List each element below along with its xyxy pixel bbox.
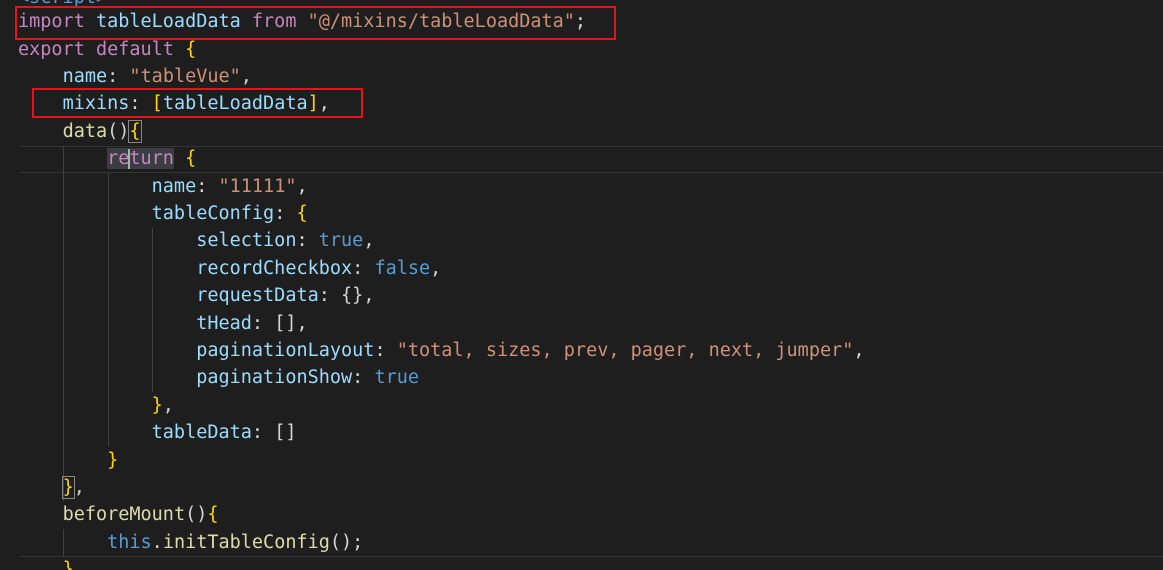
close-brace: } [62, 559, 74, 570]
property-key: tHead [196, 313, 252, 334]
open-brace: { [207, 504, 219, 525]
code-line-16: tableData: [] [18, 419, 297, 446]
colon: : [296, 230, 308, 251]
colon: : [251, 422, 264, 443]
code-line-3: name: "tableVue", [18, 63, 252, 90]
string-value: "11111" [218, 176, 297, 197]
colon: : [251, 313, 264, 334]
colon: : [352, 367, 364, 388]
colon: : [352, 258, 364, 279]
code-line-10: recordCheckbox: false, [18, 255, 441, 282]
open-brace: { [296, 203, 308, 224]
annotation-box-mixins [32, 88, 363, 118]
property-key: requestData [196, 285, 319, 306]
property-key: selection [196, 230, 297, 251]
comma: , [853, 340, 865, 361]
comma: , [430, 258, 442, 279]
close-brace: } [107, 450, 119, 471]
open-brace: { [185, 148, 197, 169]
comma: , [240, 66, 252, 87]
semicolon: ; [352, 532, 364, 553]
code-line-18: }, [18, 474, 85, 501]
property-key: name [151, 176, 197, 197]
property-key: tableConfig [151, 203, 275, 224]
code-line-9: selection: true, [18, 227, 374, 254]
colon: : [107, 66, 119, 87]
method-name: data [62, 121, 108, 142]
boolean-value: true [318, 230, 364, 251]
string-value: "tableVue" [129, 66, 241, 87]
annotation-box-import [15, 6, 616, 40]
code-line-7: name: "11111", [18, 173, 308, 200]
code-line-14: paginationShow: true [18, 364, 419, 391]
property-key: tableData [151, 422, 252, 443]
close-brace: } [151, 395, 163, 416]
code-line-17: } [18, 447, 118, 474]
code-editor[interactable]: <script> import tableLoadData from "@/mi… [0, 0, 1163, 570]
code-line-15: }, [18, 392, 174, 419]
comma: , [73, 477, 85, 498]
boolean-value: false [374, 258, 431, 279]
open-brace: { [185, 39, 197, 60]
matched-brace: } [61, 476, 75, 499]
this-keyword: this [107, 532, 152, 553]
method-name: beforeMount [62, 504, 186, 525]
parens: () [329, 532, 353, 553]
array-value: [] [274, 313, 297, 334]
parens: () [185, 504, 208, 525]
comma: , [73, 559, 85, 570]
default-keyword: default [95, 39, 174, 60]
comma: , [296, 313, 308, 334]
code-line-21: }, [18, 556, 85, 570]
code-line-6: return { [18, 145, 196, 172]
object-value: {} [341, 285, 364, 306]
colon: : [374, 340, 386, 361]
string-value: "total, sizes, prev, pager, next, jumper… [396, 340, 854, 361]
comma: , [296, 176, 308, 197]
code-line-2: export default { [18, 36, 196, 63]
colon: : [318, 285, 330, 306]
comma: , [363, 230, 375, 251]
property-key: paginationLayout [196, 340, 375, 361]
dot: . [151, 532, 163, 553]
boolean-value: true [374, 367, 419, 388]
return-keyword: return [107, 148, 174, 169]
export-keyword: export [18, 39, 85, 60]
method-call: initTableConfig [162, 532, 330, 553]
colon: : [274, 203, 286, 224]
code-line-20: this.initTableConfig(); [18, 529, 363, 556]
property-key: name [62, 66, 108, 87]
code-line-5: data(){ [18, 118, 142, 145]
code-line-8: tableConfig: { [18, 200, 308, 227]
property-key: paginationShow [196, 367, 353, 388]
array-value: [] [274, 422, 297, 443]
code-line-12: tHead: [], [18, 310, 308, 337]
matched-brace: { [128, 120, 142, 143]
comma: , [363, 285, 375, 306]
parens: () [107, 121, 130, 142]
property-key: recordCheckbox [196, 258, 353, 279]
colon: : [196, 176, 208, 197]
code-line-13: paginationLayout: "total, sizes, prev, p… [18, 337, 865, 364]
comma: , [162, 395, 174, 416]
code-line-19: beforeMount(){ [18, 501, 219, 528]
code-line-11: requestData: {}, [18, 282, 374, 309]
